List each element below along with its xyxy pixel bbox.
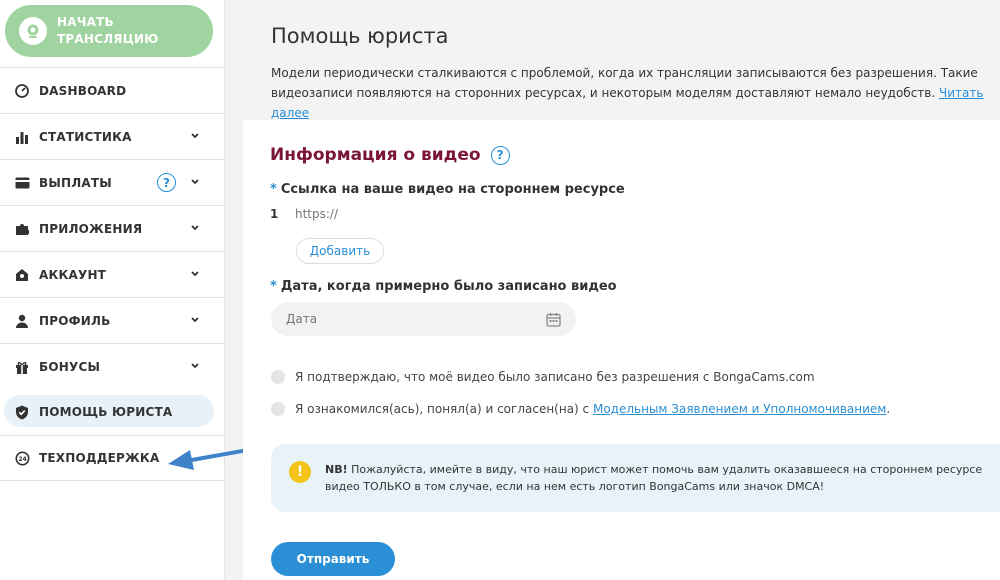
agree-row[interactable]: Я ознакомился(ась), понял(а) и согласен(… [271, 402, 890, 416]
sidebar-item-label: СТАТИСТИКА [39, 129, 132, 144]
sidebar-item-label: ПРИЛОЖЕНИЯ [39, 221, 143, 236]
warning-icon: ! [289, 461, 311, 483]
model-statement-link[interactable]: Модельным Заявлением и Уполномочиванием [593, 402, 886, 416]
sidebar-item-label: БОНУСЫ [39, 359, 101, 374]
confirm-text: Я подтверждаю, что моё видео было записа… [295, 370, 815, 384]
sidebar-item-label: ВЫПЛАТЫ [39, 175, 112, 190]
sidebar-item-label: DASHBOARD [39, 83, 127, 98]
sidebar-item-payouts[interactable]: ВЫПЛАТЫ ? [0, 159, 224, 205]
dashboard-icon [14, 83, 30, 99]
sidebar-item-label: ПРОФИЛЬ [39, 313, 111, 328]
notice-bold: NB! [325, 463, 348, 476]
chevron-down-icon [191, 225, 199, 231]
main-content: Помощь юриста Модели периодически сталки… [243, 0, 1000, 580]
link-row-number: 1 [270, 207, 279, 221]
sidebar-item-bonuses[interactable]: БОНУСЫ [0, 343, 224, 389]
sidebar-item-label: ПОМОЩЬ ЮРИСТА [39, 405, 173, 419]
required-mark: * [270, 182, 277, 197]
notice-body: Пожалуйста, имейте в виду, что наш юрист… [325, 463, 983, 493]
shield-icon [14, 404, 30, 420]
agree-tail: . [886, 402, 891, 416]
notice-box: ! NB! Пожалуйста, имейте в виду, что наш… [271, 444, 1000, 512]
video-date-label: * Дата, когда примерно было записано виде… [270, 279, 617, 294]
sidebar-item-apps[interactable]: ПРИЛОЖЕНИЯ [0, 205, 224, 251]
user-icon [14, 313, 30, 329]
bar-chart-icon [14, 129, 30, 145]
sidebar-item-profile[interactable]: ПРОФИЛЬ [0, 297, 224, 343]
required-mark: * [270, 279, 277, 294]
start-broadcast-button[interactable]: Начать трансляцию [5, 5, 213, 57]
chevron-down-icon [191, 271, 199, 277]
svg-text:24: 24 [18, 456, 26, 463]
webcam-icon [19, 17, 47, 45]
confirm-row[interactable]: Я подтверждаю, что моё видео было записа… [271, 370, 815, 384]
agree-text: Я ознакомился(ась), понял(а) и согласен(… [295, 402, 590, 416]
chevron-down-icon [191, 363, 199, 369]
sidebar-item-label: АККАУНТ [39, 267, 107, 282]
help-icon[interactable]: ? [490, 145, 510, 165]
agree-radio[interactable] [271, 402, 285, 416]
video-info-card: Информация о видео ? * Ссылка на ваше вид… [243, 120, 1000, 580]
chevron-down-icon [191, 133, 199, 139]
video-link-row: 1 [270, 207, 495, 221]
add-link-button[interactable]: Добавить [296, 238, 384, 264]
page-title: Помощь юриста [271, 24, 449, 48]
support-icon: 24 [14, 450, 30, 466]
sidebar-item-dashboard[interactable]: DASHBOARD [0, 67, 224, 113]
puzzle-icon [14, 221, 30, 237]
video-link-label: * Ссылка на ваше видео на стороннем ресур… [270, 182, 625, 197]
account-icon [14, 267, 30, 283]
sidebar-item-label: ТЕХПОДДЕРЖКА [39, 451, 160, 465]
sidebar-item-statistics[interactable]: СТАТИСТИКА [0, 113, 224, 159]
video-link-label-text: Ссылка на ваше видео на стороннем ресурс… [280, 182, 625, 197]
video-date-label-text: Дата, когда примерно было записано видео [280, 279, 617, 294]
sidebar-item-lawyer-help[interactable]: ПОМОЩЬ ЮРИСТА [0, 389, 224, 435]
calendar-icon[interactable] [546, 312, 561, 327]
section-title-text: Информация о видео [270, 145, 481, 165]
submit-button[interactable]: Отправить [271, 542, 395, 576]
chevron-down-icon [191, 179, 199, 185]
sidebar-item-account[interactable]: АККАУНТ [0, 251, 224, 297]
date-field[interactable] [271, 302, 576, 336]
intro-text: Модели периодически сталкиваются с пробл… [271, 63, 996, 123]
start-broadcast-label: Начать трансляцию [57, 15, 159, 46]
help-icon[interactable]: ? [157, 173, 176, 192]
chevron-down-icon [191, 317, 199, 323]
section-title: Информация о видео ? [270, 145, 510, 165]
gift-icon [14, 359, 30, 375]
credit-card-icon [14, 175, 30, 191]
date-input[interactable] [286, 312, 526, 326]
notice-text: NB! Пожалуйста, имейте в виду, что наш ю… [325, 461, 985, 495]
confirm-radio[interactable] [271, 370, 285, 384]
sidebar: Начать трансляцию DASHBOARD СТАТИСТИКА В… [0, 0, 225, 580]
sidebar-nav: DASHBOARD СТАТИСТИКА ВЫПЛАТЫ ? ПРИЛОЖЕНИ… [0, 67, 224, 481]
video-link-input[interactable] [295, 207, 495, 221]
intro-body: Модели периодически сталкиваются с пробл… [271, 66, 978, 100]
